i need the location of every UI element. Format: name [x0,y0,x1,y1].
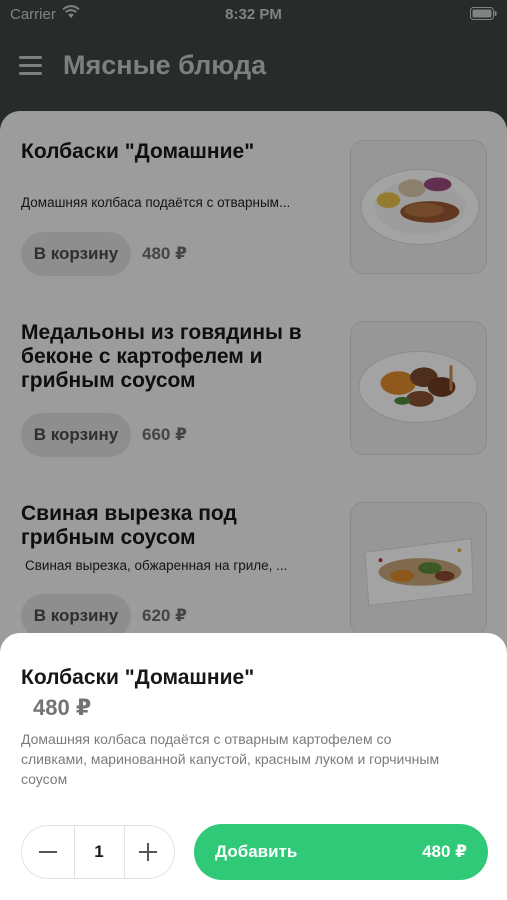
quantity-stepper: 1 [21,825,175,879]
decrease-quantity-button[interactable] [22,826,74,878]
plus-icon [139,843,157,861]
item-description: Домашняя колбаса подаётся с отварным... [21,195,291,210]
dish-photo[interactable] [350,140,487,274]
item-price: 660 ₽ [142,425,187,444]
nav-bar: Мясные блюда [0,40,507,96]
add-button-label: Добавить [215,842,298,861]
item-description: Свиная вырезка, обжаренная на гриле, ... [25,558,288,573]
hamburger-menu-icon[interactable] [19,56,42,75]
status-time: 8:32 PM [225,6,282,23]
item-price: 480 ₽ [142,244,187,263]
item-price: 620 ₽ [142,606,187,625]
add-to-order-button[interactable]: Добавить 480 ₽ [194,824,488,880]
increase-quantity-button[interactable] [122,826,174,878]
battery-icon [470,7,497,20]
status-bar: Carrier 8:32 PM [0,0,507,30]
dish-photo[interactable] [350,502,487,636]
sheet-price: 480 ₽ [33,695,92,720]
sheet-title: Колбаски "Домашние" [21,666,255,689]
app-screen: Carrier 8:32 PM Мясные блюда Колбаски "Д… [0,0,507,900]
quantity-value: 1 [94,842,104,861]
item-title: Свиная вырезка под грибным соусом [21,502,237,549]
page-title: Мясные блюда [63,50,267,80]
sheet-description: Домашняя колбаса подаётся с отварным кар… [21,731,440,787]
add-to-cart-button[interactable]: В корзину [21,232,131,276]
minus-icon [39,851,57,853]
item-title: Колбаски "Домашние" [21,140,255,163]
item-title: Медальоны из говядины в беконе с картофе… [21,321,302,392]
dish-photo[interactable] [350,321,487,455]
add-to-cart-button[interactable]: В корзину [21,413,131,457]
add-button-price: 480 ₽ [422,842,467,861]
add-to-cart-button[interactable]: В корзину [21,594,131,638]
product-bottom-sheet: Колбаски "Домашние" 480 ₽ Домашняя колба… [0,633,507,900]
